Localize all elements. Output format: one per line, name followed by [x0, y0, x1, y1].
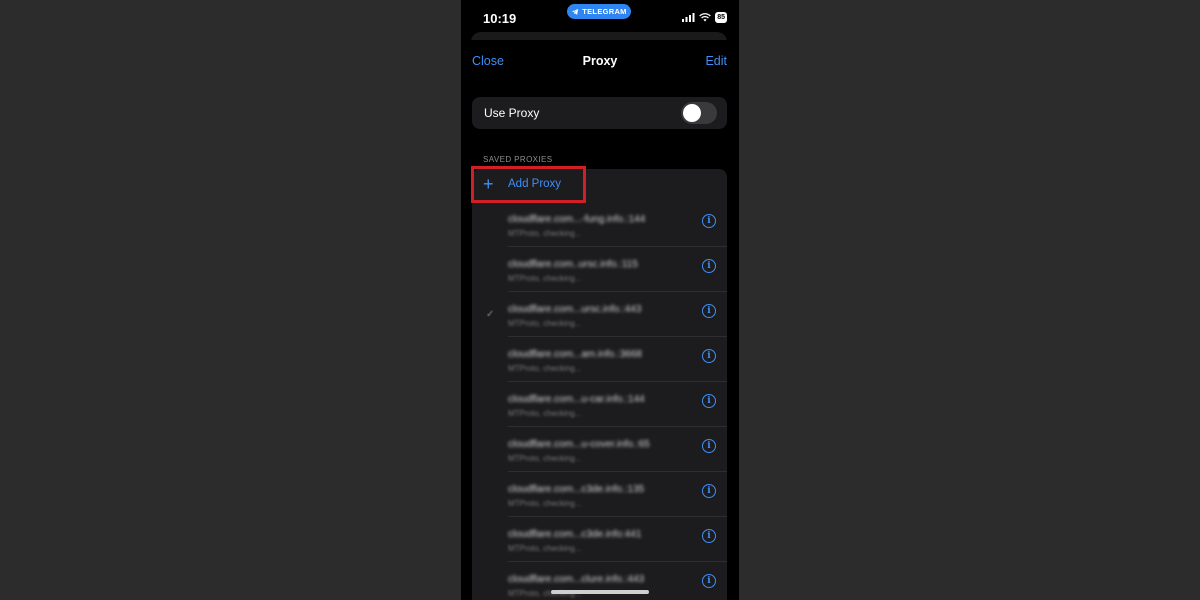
proxy-row[interactable]: cloudflare.com..ursc.info.:115 MTProto, … — [472, 246, 727, 291]
proxy-name: cloudflare.com...u-car.info.:144 — [508, 394, 645, 405]
proxy-name: cloudflare.com...-fung.info.:144 — [508, 214, 646, 225]
page-title: Proxy — [582, 54, 618, 68]
row-divider — [508, 561, 727, 562]
use-proxy-toggle[interactable] — [681, 102, 717, 124]
proxy-name: cloudflare.com..ursc.info.:115 — [508, 259, 638, 270]
proxy-name: cloudflare.com...am.info.:3668 — [508, 349, 642, 360]
proxy-row[interactable]: ✓ cloudflare.com...ursc.info.:443 MTProt… — [472, 291, 727, 336]
wifi-icon — [699, 13, 711, 22]
use-proxy-row: Use Proxy — [472, 97, 727, 129]
proxy-name: cloudflare.com...u-cover.info.:65 — [508, 439, 650, 450]
phone-screen: 10:19 TELEGRAM 85 Close Proxy Edit Use P… — [461, 0, 739, 600]
proxy-status: MTProto, checking... — [508, 499, 582, 508]
status-icons: 85 — [682, 12, 727, 23]
checkmark-icon: ✓ — [486, 309, 495, 320]
row-divider — [508, 291, 727, 292]
row-divider — [508, 336, 727, 337]
battery-icon: 85 — [715, 12, 727, 23]
status-bar: 10:19 TELEGRAM 85 — [461, 0, 739, 34]
proxy-row[interactable]: cloudflare.com...c3de.info.:135 MTProto,… — [472, 471, 727, 516]
proxy-row[interactable]: cloudflare.com...c3de.info:441 MTProto, … — [472, 516, 727, 561]
proxy-status: MTProto, checking... — [508, 229, 582, 238]
info-icon[interactable]: i — [702, 214, 716, 228]
info-icon[interactable]: i — [702, 394, 716, 408]
proxy-status: MTProto, checking... — [508, 454, 582, 463]
proxy-row[interactable]: cloudflare.com...clure.info.:443 MTProto… — [472, 561, 727, 600]
row-divider — [508, 516, 727, 517]
info-icon[interactable]: i — [702, 259, 716, 273]
signal-icon — [682, 13, 695, 22]
row-divider — [508, 471, 727, 472]
proxy-row[interactable]: cloudflare.com...u-car.info.:144 MTProto… — [472, 381, 727, 426]
telegram-pill[interactable]: TELEGRAM — [567, 4, 631, 19]
info-icon[interactable]: i — [702, 304, 716, 318]
nav-bar: Close Proxy Edit — [461, 50, 739, 72]
edit-button[interactable]: Edit — [705, 54, 727, 68]
add-proxy-label: Add Proxy — [508, 178, 562, 190]
proxy-row[interactable]: cloudflare.com...u-cover.info.:65 MTProt… — [472, 426, 727, 471]
proxy-status: MTProto, checking... — [508, 544, 582, 553]
proxy-status: MTProto, checking... — [508, 364, 582, 373]
telegram-plane-icon — [572, 8, 579, 15]
plus-icon: + — [483, 174, 494, 194]
info-icon[interactable]: i — [702, 574, 716, 588]
proxy-name: cloudflare.com...ursc.info.:443 — [508, 304, 642, 315]
row-divider — [508, 246, 727, 247]
toggle-knob — [683, 104, 701, 122]
saved-proxies-list: + Add Proxy cloudflare.com...-fung.info.… — [472, 169, 727, 600]
info-icon[interactable]: i — [702, 484, 716, 498]
saved-proxies-header: SAVED PROXIES — [483, 155, 553, 164]
proxy-name: cloudflare.com...clure.info.:443 — [508, 574, 645, 585]
screenshot-stage: 10:19 TELEGRAM 85 Close Proxy Edit Use P… — [0, 0, 1200, 600]
proxy-row[interactable]: cloudflare.com...am.info.:3668 MTProto, … — [472, 336, 727, 381]
info-icon[interactable]: i — [702, 439, 716, 453]
proxy-status: MTProto, checking... — [508, 319, 582, 328]
proxy-name: cloudflare.com...c3de.info:441 — [508, 529, 642, 540]
proxy-status: MTProto, checking... — [508, 409, 582, 418]
home-indicator[interactable] — [551, 590, 649, 594]
telegram-pill-label: TELEGRAM — [582, 7, 627, 16]
proxy-row[interactable]: cloudflare.com...-fung.info.:144 MTProto… — [472, 201, 727, 246]
proxy-name: cloudflare.com...c3de.info.:135 — [508, 484, 645, 495]
status-time: 10:19 — [483, 11, 517, 26]
row-divider — [508, 381, 727, 382]
info-icon[interactable]: i — [702, 529, 716, 543]
proxy-status: MTProto, checking... — [508, 274, 582, 283]
info-icon[interactable]: i — [702, 349, 716, 363]
row-divider — [508, 426, 727, 427]
add-proxy-button[interactable]: + Add Proxy — [472, 169, 727, 201]
use-proxy-label: Use Proxy — [484, 106, 540, 120]
